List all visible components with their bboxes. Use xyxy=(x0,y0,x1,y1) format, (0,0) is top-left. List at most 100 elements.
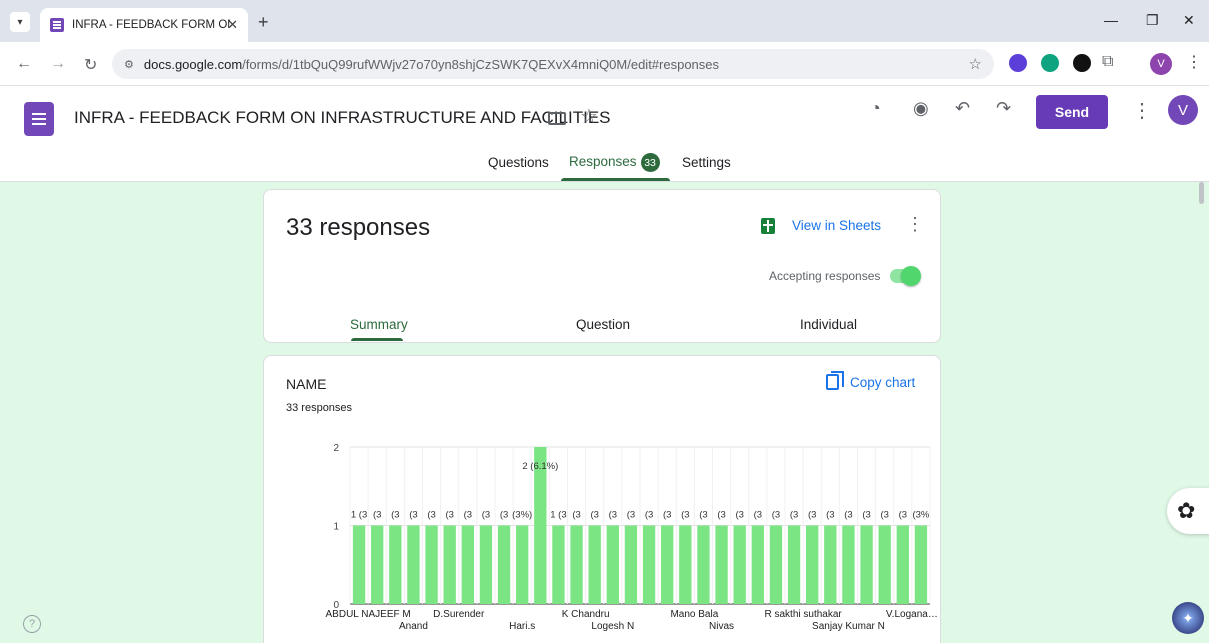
tab-responses[interactable]: Responses 33 xyxy=(569,153,660,172)
extensions-puzzle-icon[interactable]: ⧉ xyxy=(1102,53,1113,71)
forms-header: INFRA - FEEDBACK FORM ON INFRASTRUCTURE … xyxy=(0,86,1209,182)
bar xyxy=(878,525,891,604)
dark-extension-icon[interactable] xyxy=(1073,54,1091,72)
summary-tab-indicator xyxy=(351,338,403,341)
chatgpt-widget-icon[interactable]: ✿ xyxy=(1167,488,1209,534)
bar xyxy=(371,525,384,604)
y-tick-label: 2 xyxy=(333,443,339,454)
active-tab-indicator xyxy=(561,178,670,181)
chatgpt-extension-icon[interactable] xyxy=(1041,54,1059,72)
accepting-toggle[interactable] xyxy=(901,266,921,286)
bar xyxy=(860,525,873,604)
site-info-icon[interactable]: ⚙ xyxy=(124,58,134,71)
bar-data-label: (3 xyxy=(717,510,725,521)
x-tick-label: D.Surender xyxy=(433,609,485,620)
bar xyxy=(624,525,638,604)
reload-icon[interactable]: ↻ xyxy=(84,55,97,75)
bar-data-label: (3 xyxy=(482,510,490,521)
bar xyxy=(588,525,601,604)
account-avatar[interactable]: V xyxy=(1168,95,1198,125)
bar-data-label: (3 xyxy=(609,510,617,521)
bar xyxy=(479,525,493,604)
responses-menu-icon[interactable]: ⋮ xyxy=(906,214,924,235)
bar-data-label: (3 xyxy=(808,510,816,521)
extension-icon[interactable] xyxy=(1009,54,1027,72)
bar-data-label: (3 xyxy=(699,510,707,521)
new-tab-icon[interactable]: + xyxy=(258,12,269,33)
bar xyxy=(606,525,619,604)
chrome-menu-icon[interactable]: ⋮ xyxy=(1186,52,1202,72)
bar xyxy=(642,525,656,604)
minimize-icon[interactable]: — xyxy=(1104,12,1118,28)
browser-tab[interactable]: INFRA - FEEDBACK FORM ON INFRASTRUCTURE … xyxy=(40,8,248,42)
tab-questions[interactable]: Questions xyxy=(488,155,549,170)
bar xyxy=(733,525,746,604)
tab-question[interactable]: Question xyxy=(576,317,630,332)
view-in-sheets-link[interactable]: View in Sheets xyxy=(792,218,881,233)
bar xyxy=(497,525,511,604)
bar-data-label: 1 (3 xyxy=(550,510,566,521)
form-title[interactable]: INFRA - FEEDBACK FORM ON INFRASTRUCTURE … xyxy=(74,108,611,128)
sheets-icon[interactable] xyxy=(761,218,775,234)
tab-search-chevron-icon[interactable]: ▾ xyxy=(10,12,30,32)
undo-icon[interactable]: ↶ xyxy=(955,98,970,119)
accepting-responses-label: Accepting responses xyxy=(769,269,881,283)
preview-eye-icon[interactable]: ◉ xyxy=(913,98,929,119)
x-tick-label: Mano Bala xyxy=(670,609,718,620)
forms-logo-icon[interactable] xyxy=(24,102,54,136)
x-tick-label: Sanjay Kumar N xyxy=(812,621,885,632)
back-icon[interactable]: ← xyxy=(16,55,32,73)
help-icon[interactable]: ? xyxy=(23,615,41,633)
profile-avatar[interactable]: V xyxy=(1150,53,1172,75)
folder-icon[interactable] xyxy=(548,112,566,125)
bar xyxy=(570,525,583,604)
bar-data-label: (3 xyxy=(754,510,762,521)
responses-count-badge: 33 xyxy=(640,153,660,172)
x-tick-label: Hari.s xyxy=(509,621,535,632)
bookmark-star-icon[interactable]: ☆ xyxy=(969,55,982,73)
forward-icon[interactable]: → xyxy=(50,55,66,73)
restore-icon[interactable]: ❐ xyxy=(1146,12,1159,29)
tab-close-icon[interactable]: ✕ xyxy=(227,17,238,33)
bar-data-label: (3 xyxy=(735,510,743,521)
bar-data-label: (3 xyxy=(391,510,399,521)
gemini-sparkle-icon[interactable]: ✦ xyxy=(1172,602,1204,634)
bar xyxy=(352,525,366,604)
bar-data-label: (3 xyxy=(572,510,580,521)
palette-icon[interactable]: ◔ xyxy=(870,98,881,119)
question-chart-card: NAME 33 responses Copy chart 0121 (3 (3 (3… xyxy=(263,355,941,643)
x-tick-label: Nivas xyxy=(709,621,734,632)
url-path: /forms/d/1tbQuQ99rufWWjv27o70yn8shjCzSWK… xyxy=(242,56,720,72)
bar-data-label: (3 xyxy=(899,510,907,521)
url-text: docs.google.com/forms/d/1tbQuQ99rufWWjv2… xyxy=(144,57,719,72)
bar xyxy=(461,525,474,604)
tab-settings[interactable]: Settings xyxy=(682,155,731,170)
bar xyxy=(914,525,928,604)
bar-data-label: (3 xyxy=(681,510,689,521)
redo-icon[interactable]: ↷ xyxy=(996,98,1011,119)
address-bar[interactable]: ⚙ docs.google.com/forms/d/1tbQuQ99rufWWj… xyxy=(112,49,994,79)
url-host: docs.google.com xyxy=(143,56,243,72)
bar-data-label: (3 xyxy=(590,510,598,521)
x-tick-label: K Chandru xyxy=(562,609,610,620)
bar-data-label: (3 xyxy=(409,510,417,521)
more-options-icon[interactable]: ⋮ xyxy=(1132,98,1152,123)
star-icon[interactable]: ☆ xyxy=(580,104,598,129)
bar-data-label: (3 xyxy=(862,510,870,521)
name-bar-chart: 0121 (3 (3 (3 (3 (3 (3 (3 (3 (3 (3%)2 (6.1%)1 (3(… xyxy=(326,443,938,632)
bar-data-label: (3% xyxy=(912,510,929,521)
bar xyxy=(824,525,837,604)
responses-summary-card: 33 responses View in Sheets ⋮ Accepting … xyxy=(263,189,941,343)
close-window-icon[interactable]: ✕ xyxy=(1183,12,1195,29)
bar xyxy=(389,525,402,604)
bar xyxy=(697,525,710,604)
tab-individual[interactable]: Individual xyxy=(800,317,857,332)
tab-summary[interactable]: Summary xyxy=(350,317,408,332)
bar xyxy=(407,525,420,604)
bar xyxy=(751,525,764,604)
bar xyxy=(661,525,674,604)
x-tick-label: Anand xyxy=(399,621,428,632)
scrollbar[interactable] xyxy=(1199,182,1204,204)
bar xyxy=(896,525,909,604)
send-button[interactable]: Send xyxy=(1036,95,1108,129)
